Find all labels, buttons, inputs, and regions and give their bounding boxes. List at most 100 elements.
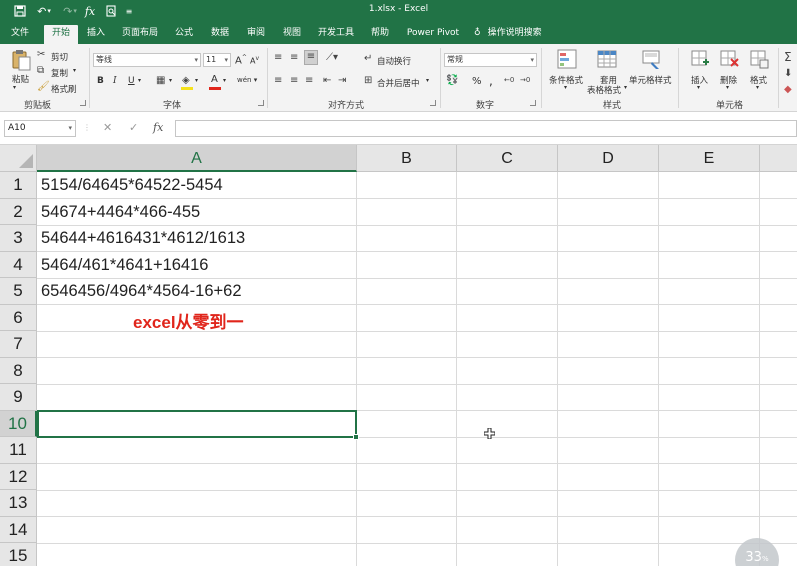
alignment-launcher-icon[interactable] [430, 100, 436, 106]
insert-function-button[interactable]: fx [153, 121, 163, 134]
row-header-14[interactable]: 14 [0, 516, 37, 543]
copy-icon[interactable]: ⧉ [37, 65, 44, 76]
wrap-text-icon[interactable]: ↵ [364, 53, 372, 64]
conditional-formatting-icon[interactable] [556, 48, 578, 70]
borders-dropdown-icon[interactable]: ▾ [169, 77, 172, 84]
accounting-format-icon[interactable]: 💱 [446, 75, 458, 86]
format-as-table-icon[interactable] [596, 48, 618, 70]
delete-cells-icon[interactable] [718, 48, 740, 70]
insert-dropdown-icon[interactable]: ▾ [697, 84, 700, 91]
comma-button[interactable]: , [489, 74, 493, 88]
column-header-a[interactable]: A [37, 145, 357, 172]
cell-a5[interactable]: 6546456/4964*4564-16+62 [41, 282, 242, 301]
wrap-text-button[interactable]: 自动换行 [377, 55, 411, 67]
cancel-icon[interactable]: ✕ [103, 121, 112, 134]
fill-color-icon[interactable]: ◈ [182, 75, 190, 86]
row-header-2[interactable]: 2 [0, 198, 37, 225]
align-bottom-icon[interactable]: ≡ [304, 50, 318, 65]
row-header-4[interactable]: 4 [0, 251, 37, 278]
row-header-3[interactable]: 3 [0, 225, 37, 252]
row-header-11[interactable]: 11 [0, 437, 37, 464]
clipboard-launcher-icon[interactable] [80, 100, 86, 106]
font-launcher-icon[interactable] [258, 100, 264, 106]
increase-decimal-icon[interactable]: ←0 [504, 76, 514, 84]
merge-center-button[interactable]: 合并后居中 [377, 77, 420, 89]
column-header-d[interactable]: D [558, 145, 659, 172]
column-header-b[interactable]: B [357, 145, 457, 172]
decrease-indent-icon[interactable]: ⇤ [323, 75, 331, 86]
tab-insert[interactable]: 插入 [82, 25, 110, 44]
column-header-f[interactable] [760, 145, 797, 172]
tab-power-pivot[interactable]: Power Pivot [402, 25, 464, 44]
tab-help[interactable]: 帮助 [366, 25, 394, 44]
paste-icon[interactable] [10, 49, 32, 71]
tell-me-box[interactable]: ♁ 操作说明搜索 [474, 25, 542, 42]
formula-input[interactable] [175, 120, 797, 137]
cell-a1[interactable]: 5154/64645*64522-5454 [41, 176, 223, 195]
row-header-7[interactable]: 7 [0, 331, 37, 358]
fill-handle[interactable] [353, 433, 359, 440]
row-header-12[interactable]: 12 [0, 463, 37, 490]
cell-styles-icon[interactable] [640, 48, 662, 70]
paste-dropdown-icon[interactable]: ▾ [13, 84, 16, 91]
row-header-8[interactable]: 8 [0, 357, 37, 384]
format-as-table-label-2[interactable]: 表格格式 [587, 84, 621, 96]
font-size-select[interactable]: 11 ▾ [203, 53, 231, 67]
align-top-icon[interactable]: ≡ [274, 52, 282, 63]
cell-a4[interactable]: 5464/461*4641+16416 [41, 256, 208, 275]
spreadsheet-grid[interactable]: A B C D E 1 2 3 4 5 6 7 8 9 10 11 12 13 … [0, 145, 797, 566]
bold-button[interactable]: B [97, 76, 104, 86]
font-name-select[interactable]: 等线 ▾ [93, 53, 201, 67]
shrink-font-button[interactable]: Av [250, 55, 259, 66]
tab-data[interactable]: 数据 [206, 25, 234, 44]
cut-button[interactable]: 剪切 [51, 51, 68, 63]
align-left-icon[interactable]: ≡ [274, 75, 282, 86]
enter-icon[interactable]: ✓ [129, 121, 138, 134]
table-dropdown-icon[interactable]: ▾ [624, 84, 627, 91]
tab-page-layout[interactable]: 页面布局 [118, 25, 162, 44]
font-color-button[interactable]: A [211, 74, 218, 85]
align-center-icon[interactable]: ≡ [290, 75, 298, 86]
format-dropdown-icon[interactable]: ▾ [756, 84, 759, 91]
tab-developer[interactable]: 开发工具 [314, 25, 358, 44]
format-painter-icon[interactable]: 🖌 [37, 81, 50, 92]
cut-icon[interactable]: ✂ [37, 49, 45, 60]
tab-view[interactable]: 视图 [278, 25, 306, 44]
merge-center-icon[interactable]: ⊞ [364, 75, 372, 86]
merge-dropdown-icon[interactable]: ▾ [426, 77, 429, 84]
conditional-dropdown-icon[interactable]: ▾ [564, 84, 567, 91]
cell-a6[interactable]: excel从零到一 [133, 308, 244, 333]
tab-file[interactable]: 文件 [6, 25, 34, 44]
insert-cells-icon[interactable] [689, 48, 711, 70]
delete-dropdown-icon[interactable]: ▾ [726, 84, 729, 91]
align-middle-icon[interactable]: ≡ [290, 52, 298, 63]
cell-a3[interactable]: 54644+4616431*4612/1613 [41, 229, 245, 248]
copy-button[interactable]: 复制 [51, 67, 68, 79]
row-header-10[interactable]: 10 [0, 410, 37, 437]
percent-button[interactable]: % [472, 76, 482, 87]
drag-handle-icon[interactable]: ⋮ [83, 123, 91, 132]
grow-font-button[interactable]: A^ [235, 54, 247, 66]
column-header-e[interactable]: E [659, 145, 760, 172]
increase-indent-icon[interactable]: ⇥ [338, 75, 346, 86]
number-format-select[interactable]: 常规 ▾ [444, 53, 537, 67]
row-header-5[interactable]: 5 [0, 278, 37, 305]
underline-dropdown-icon[interactable]: ▾ [138, 77, 141, 84]
column-header-c[interactable]: C [457, 145, 558, 172]
format-painter-button[interactable]: 格式刷 [51, 83, 77, 95]
decrease-decimal-icon[interactable]: →0 [520, 76, 530, 84]
clear-icon[interactable]: ◆ [784, 84, 792, 95]
cell-styles-button[interactable]: 单元格样式 [629, 74, 672, 86]
orientation-icon[interactable]: ⟋▾ [326, 52, 338, 63]
fill-dropdown-icon[interactable]: ▾ [195, 77, 198, 84]
number-launcher-icon[interactable] [530, 100, 536, 106]
select-all-button[interactable] [0, 145, 37, 172]
align-right-icon[interactable]: ≡ [305, 75, 313, 86]
phonetic-button[interactable]: wén ▾ [237, 76, 257, 84]
selected-cell-a10[interactable] [37, 409, 359, 440]
fill-icon[interactable]: ⬇ [784, 68, 792, 79]
row-header-13[interactable]: 13 [0, 490, 37, 517]
tab-review[interactable]: 审阅 [242, 25, 270, 44]
tab-home[interactable]: 开始 [44, 25, 78, 44]
underline-button[interactable]: U [128, 76, 135, 86]
